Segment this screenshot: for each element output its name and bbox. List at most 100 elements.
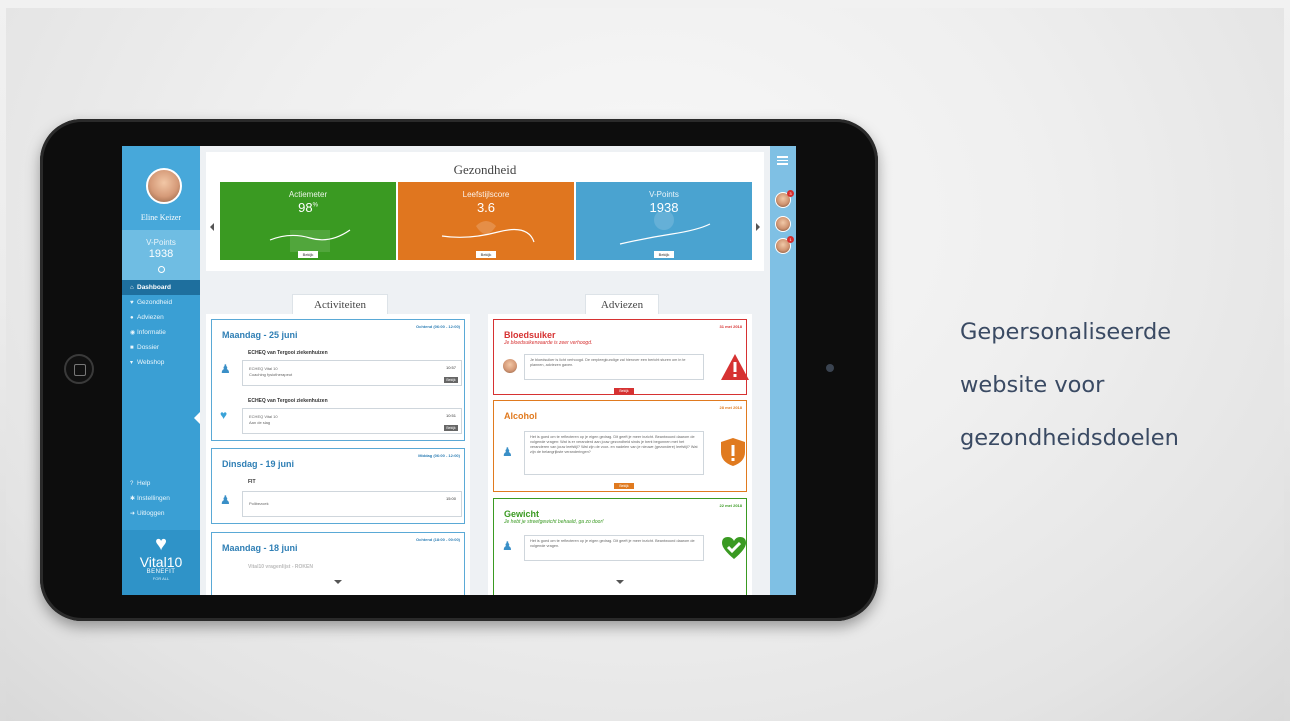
bekijk-button[interactable]: Bekijk bbox=[444, 425, 458, 431]
carousel-next-icon[interactable] bbox=[756, 223, 760, 231]
day-time: Middag (06:00 - 12:00) bbox=[418, 453, 460, 458]
activity-item[interactable]: ECHEQ Vital 10 Coaching fysiotherapeut 1… bbox=[242, 360, 462, 386]
avatar[interactable] bbox=[146, 168, 182, 204]
advice-card: Bloedsuiker Je bloedsuikerwaarde is zeer… bbox=[493, 319, 749, 395]
advice-title: Gewicht bbox=[504, 509, 540, 519]
activity-group-title: ECHEQ van Tergooi ziekenhuizen bbox=[248, 350, 328, 356]
day-title: Maandag - 25 juni bbox=[222, 330, 298, 340]
activity-line2: Coaching fysiotherapeut bbox=[249, 372, 293, 377]
sidebar-nav: ⌂ Dashboard ♥ Gezondheid ● Adviezen ◉ Inform… bbox=[122, 280, 200, 370]
profile-block: Eline Keizer bbox=[122, 146, 200, 230]
person-icon: ♟ bbox=[502, 445, 513, 459]
bekijk-button[interactable]: Bekijk bbox=[298, 251, 318, 258]
tile-label: V-Points bbox=[649, 190, 679, 199]
brand-name: Vital10 bbox=[139, 554, 183, 570]
sidebar-item-label: Dashboard bbox=[137, 284, 171, 291]
sidebar-bottom-nav: ? Help ✱ Instellingen ➜ Uitloggen bbox=[122, 476, 200, 521]
day-time: Ochtend (18:00 - 00:00) bbox=[415, 537, 460, 542]
sidebar-item-instellingen[interactable]: ✱ Instellingen bbox=[122, 491, 200, 506]
contact-avatar[interactable]: 3 bbox=[775, 190, 794, 208]
tablet-home-button bbox=[64, 354, 94, 384]
caption-line: gezondheidsdoelen bbox=[960, 425, 1179, 451]
notification-badge: 3 bbox=[787, 190, 794, 197]
activity-group-title: ECHEQ van Tergooi ziekenhuizen bbox=[248, 398, 328, 404]
tile-sparkline bbox=[269, 229, 351, 252]
contact-avatar[interactable] bbox=[775, 216, 791, 232]
cart-icon: ▾ bbox=[130, 360, 134, 366]
tile-label: Actiemeter bbox=[288, 190, 328, 199]
user-name: Eline Keizer bbox=[140, 213, 182, 222]
warning-triangle-icon bbox=[721, 354, 749, 380]
tile-leefstijlscore[interactable]: Leefstijlscore 3.6 Bekijk bbox=[398, 182, 574, 260]
logout-icon: ➜ bbox=[130, 511, 136, 517]
bekijk-button[interactable]: Bekijk bbox=[614, 388, 634, 394]
brand-subtitle: BENEFIT bbox=[146, 569, 176, 575]
carousel-prev-icon[interactable] bbox=[210, 223, 214, 231]
activity-time: 10:51 bbox=[445, 413, 456, 418]
activity-item[interactable]: Polibezoek 15:00 bbox=[242, 491, 462, 517]
home-icon: ⌂ bbox=[130, 285, 134, 291]
sidebar-item-adviezen[interactable]: ● Adviezen bbox=[122, 310, 200, 325]
advice-text: Het is goed om te reflecteren op je eige… bbox=[524, 535, 704, 561]
bekijk-button[interactable]: Bekijk bbox=[444, 377, 458, 383]
heart-pulse-icon: ♥ bbox=[220, 408, 228, 422]
caption-line: website voor bbox=[960, 372, 1105, 398]
bekijk-button[interactable]: Bekijk bbox=[654, 251, 674, 258]
notification-badge: 1 bbox=[787, 236, 794, 243]
tile-actiemeter[interactable]: Actiemeter 98% Bekijk bbox=[220, 182, 396, 260]
advice-title: Alcohol bbox=[504, 411, 537, 421]
advice-date: 28 mei 2018 bbox=[719, 405, 742, 410]
scroll-down-icon[interactable] bbox=[334, 580, 342, 584]
avatar bbox=[502, 358, 518, 374]
user-icon: ● bbox=[130, 315, 134, 321]
advice-title[interactable]: Adviezen bbox=[585, 294, 659, 314]
hamburger-menu-icon[interactable] bbox=[777, 156, 788, 167]
tile-vpoints[interactable]: V-Points 1938 Bekijk bbox=[576, 182, 752, 260]
bekijk-button[interactable]: Bekijk bbox=[476, 251, 496, 258]
activity-time: 15:00 bbox=[445, 496, 456, 501]
sidebar-item-help[interactable]: ? Help bbox=[122, 476, 200, 491]
day-time: Ochtend (06:00 - 12:00) bbox=[415, 324, 460, 329]
sidebar-item-label: Uitloggen bbox=[137, 510, 165, 517]
contact-avatar[interactable]: 1 bbox=[775, 236, 794, 254]
day-card: Maandag - 25 juni Ochtend (06:00 - 12:00… bbox=[211, 319, 465, 441]
advice-title: Bloedsuiker bbox=[504, 330, 556, 340]
vpoints-label: V-Points bbox=[146, 238, 176, 247]
vpoints-value: 1938 bbox=[148, 248, 174, 260]
vpoints-summary[interactable]: V-Points 1938 bbox=[122, 230, 200, 282]
activities-title[interactable]: Activiteiten bbox=[292, 294, 388, 314]
activity-line1: Polibezoek bbox=[249, 501, 269, 506]
sidebar: Eline Keizer V-Points 1938 ⌂ Dashboard ♥ G… bbox=[122, 146, 200, 595]
sidebar-item-dashboard[interactable]: ⌂ Dashboard bbox=[122, 280, 200, 295]
sidebar-item-webshop[interactable]: ▾ Webshop bbox=[122, 355, 200, 370]
tile-sparkline bbox=[441, 221, 535, 243]
sidebar-item-gezondheid[interactable]: ♥ Gezondheid bbox=[122, 295, 200, 310]
sidebar-item-informatie[interactable]: ◉ Informatie bbox=[122, 325, 200, 340]
advice-subtitle: Je hebt je streefgewicht behaald, ga zo … bbox=[504, 519, 604, 525]
tile-label: Leefstijlscore bbox=[462, 190, 510, 199]
sidebar-item-label: Help bbox=[137, 480, 151, 487]
activity-item[interactable]: ECHEQ Vital 10 Aan de slag 10:51 Bekijk bbox=[242, 408, 462, 434]
bekijk-button[interactable]: Bekijk bbox=[614, 483, 634, 489]
activity-group-title: FIT bbox=[248, 479, 256, 485]
activity-group-title: Vital10 vragenlijst - ROKEN bbox=[248, 564, 313, 570]
advice-date: 22 mei 2018 bbox=[719, 503, 742, 508]
tile-value-unit: % bbox=[312, 202, 318, 209]
caption-line: Gepersonaliseerde bbox=[960, 319, 1172, 345]
checkmark-heart-icon bbox=[722, 537, 746, 559]
exclamation-shield-icon bbox=[721, 438, 745, 466]
sidebar-item-label: Webshop bbox=[137, 359, 165, 366]
activity-line2: Aan de slag bbox=[249, 420, 271, 425]
question-icon: ? bbox=[130, 481, 134, 487]
sidebar-item-uitloggen[interactable]: ➜ Uitloggen bbox=[122, 506, 200, 521]
advice-subtitle: Je bloedsuikerwaarde is zeer verhoogd. bbox=[504, 340, 593, 346]
health-title: Gezondheid bbox=[453, 162, 517, 177]
person-icon: ♟ bbox=[220, 362, 231, 376]
sidebar-item-dossier[interactable]: ■ Dossier bbox=[122, 340, 200, 355]
scroll-down-icon[interactable] bbox=[616, 580, 624, 584]
sidebar-item-label: Adviezen bbox=[137, 314, 164, 321]
circle-icon bbox=[157, 266, 165, 273]
activity-time: 10:57 bbox=[445, 365, 456, 370]
main-content: Gezondheid Actiemeter 98% Bekijk Leefsti… bbox=[200, 146, 770, 595]
slide-caption: Gepersonaliseerde website voor gezondhei… bbox=[960, 306, 1270, 465]
